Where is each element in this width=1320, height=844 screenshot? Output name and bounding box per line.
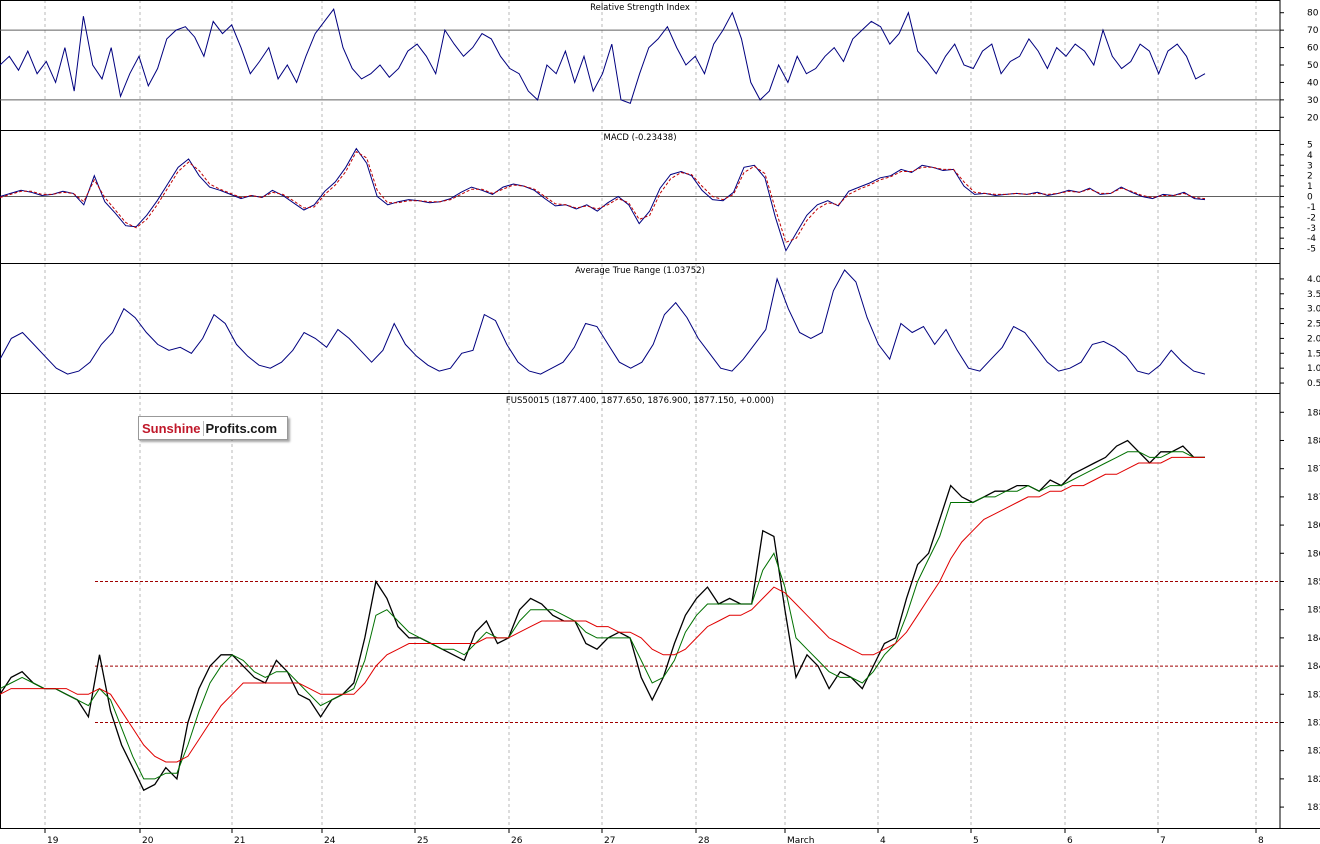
y-tick-label-price-4: 1865	[1307, 521, 1320, 531]
x-tick-label-8: March	[787, 836, 814, 844]
y-tick-label-rsi-3: 50	[1307, 61, 1319, 71]
panel-frame-rsi	[0, 0, 1281, 131]
sunshine-profits-logo: Sunshine Profits.com	[138, 416, 288, 440]
y-tick-label-atr-5: 1.5	[1307, 349, 1320, 359]
x-tick-label-11: 6	[1067, 836, 1073, 844]
y-tick-label-rsi-5: 30	[1307, 96, 1319, 106]
y-tick-label-price-12: 1825	[1307, 747, 1320, 757]
y-tick-label-price-11: 1830	[1307, 718, 1320, 728]
panel-frame-atr	[0, 263, 1281, 394]
y-tick-label-atr-7: 0.5	[1307, 379, 1320, 389]
y-tick-label-price-5: 1860	[1307, 549, 1320, 559]
x-tick-label-4: 25	[417, 836, 428, 844]
logo-part2: Profits.com	[202, 420, 277, 436]
x-tick-label-6: 27	[604, 836, 615, 844]
x-tick-label-9: 4	[880, 836, 886, 844]
x-tick-label-7: 28	[698, 836, 710, 844]
y-tick-label-macd-8: -3	[1307, 224, 1316, 234]
x-tick-label-10: 5	[973, 836, 979, 844]
logo-part1: Sunshine	[142, 420, 201, 436]
y-tick-label-rsi-2: 60	[1307, 44, 1319, 54]
y-tick-label-macd-10: -5	[1307, 245, 1316, 255]
y-tick-label-atr-6: 1.0	[1307, 364, 1320, 374]
y-tick-label-rsi-6: 20	[1307, 113, 1319, 123]
y-tick-label-price-7: 1850	[1307, 606, 1320, 616]
x-tick-label-5: 26	[511, 836, 523, 844]
x-tick-label-0: 19	[47, 836, 59, 844]
y-tick-label-macd-9: -4	[1307, 234, 1316, 244]
y-tick-label-price-0: 1885	[1307, 408, 1320, 418]
panel-frame-price	[0, 393, 1281, 829]
y-tick-label-rsi-1: 70	[1307, 26, 1319, 36]
y-tick-label-macd-1: 4	[1307, 151, 1313, 161]
panel-title-price: FUS50015 (1877.400, 1877.650, 1876.900, …	[506, 396, 774, 406]
y-tick-label-price-13: 1820	[1307, 775, 1320, 785]
x-tick-label-2: 21	[234, 836, 245, 844]
x-tick-label-12: 7	[1160, 836, 1166, 844]
panel-title-atr: Average True Range (1.03752)	[575, 266, 705, 276]
y-tick-label-price-6: 1855	[1307, 577, 1320, 587]
y-tick-label-atr-4: 2.0	[1307, 334, 1320, 344]
y-tick-label-rsi-0: 80	[1307, 9, 1319, 19]
y-tick-label-atr-2: 3.0	[1307, 305, 1320, 315]
x-tick-label-1: 20	[142, 836, 154, 844]
y-tick-label-atr-3: 2.5	[1307, 320, 1320, 330]
y-tick-label-price-9: 1840	[1307, 662, 1320, 672]
y-tick-label-macd-0: 5	[1307, 140, 1313, 150]
y-tick-label-macd-4: 1	[1307, 182, 1313, 192]
y-tick-label-atr-0: 4.0	[1307, 275, 1320, 285]
y-tick-label-macd-6: -1	[1307, 203, 1316, 213]
y-tick-label-atr-1: 3.5	[1307, 290, 1320, 300]
y-tick-label-price-8: 1845	[1307, 634, 1320, 644]
chart-window: Relative Strength Index 80 70 60 50 40 30 20 MAC…	[0, 0, 1320, 844]
y-tick-label-price-2: 1875	[1307, 465, 1320, 475]
y-tick-label-price-3: 1870	[1307, 493, 1320, 503]
y-tick-label-price-10: 1835	[1307, 690, 1320, 700]
y-tick-label-macd-3: 2	[1307, 172, 1313, 182]
y-tick-label-rsi-4: 40	[1307, 78, 1319, 88]
y-tick-label-price-14: 1815	[1307, 803, 1320, 813]
y-tick-label-macd-2: 3	[1307, 161, 1313, 171]
y-tick-label-macd-5: 0	[1307, 193, 1313, 203]
x-tick-label-13: 8	[1258, 836, 1264, 844]
y-tick-label-macd-7: -2	[1307, 213, 1316, 223]
x-tick-label-3: 24	[324, 836, 336, 844]
series-line-atr-0	[0, 269, 1206, 375]
y-tick-label-price-1: 1880	[1307, 436, 1320, 446]
panel-title-macd: MACD (-0.23438)	[603, 133, 676, 143]
panel-title-rsi: Relative Strength Index	[590, 3, 690, 13]
